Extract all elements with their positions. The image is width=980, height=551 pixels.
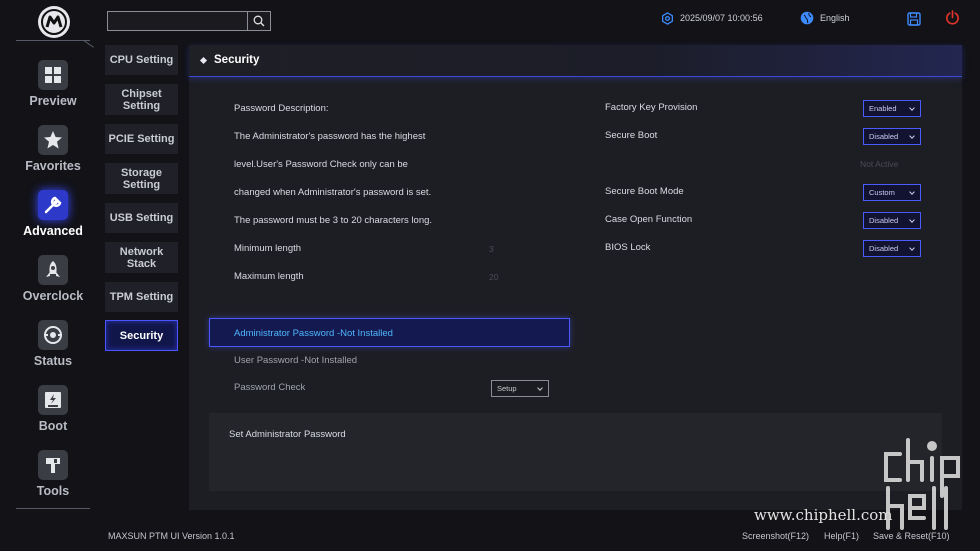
page-title: Security <box>214 54 260 66</box>
submenu-cpu-setting[interactable]: CPU Setting <box>105 45 178 75</box>
nav-tools[interactable]: Tools <box>16 450 90 514</box>
nav-advanced-label: Advanced <box>23 224 83 238</box>
rail-divider-bottom <box>16 508 90 509</box>
secure-boot-mode-dropdown[interactable]: Custom <box>863 184 921 201</box>
secure-boot-status: Not Active <box>860 159 899 169</box>
case-open-function-value: Disabled <box>869 216 899 225</box>
rail-divider-top <box>16 40 90 50</box>
administrator-password-label: Administrator Password -Not Installed <box>234 328 393 339</box>
chiphell-watermark-logo <box>884 438 960 530</box>
password-description-heading: Password Description: <box>234 103 329 114</box>
submenu-pcie-setting[interactable]: PCIE Setting <box>105 124 178 154</box>
language-selector[interactable]: English <box>800 10 850 26</box>
password-description-line: The password must be 3 to 20 characters … <box>234 215 433 226</box>
password-description-line: The Administrator's password has the hig… <box>234 131 426 142</box>
version-text: MAXSUN PTM UI Version 1.0.1 <box>108 531 235 541</box>
submenu-chipset-setting[interactable]: Chipset Setting <box>105 84 178 115</box>
secure-boot-mode-label: Secure Boot Mode <box>605 186 684 197</box>
minimum-length-value: 3 <box>489 244 494 254</box>
screenshot-button[interactable]: Screenshot(F12) <box>742 531 809 541</box>
globe-icon <box>800 11 814 25</box>
submenu-network-stack[interactable]: Network Stack <box>105 242 178 273</box>
help-description-text: Set Administrator Password <box>229 429 346 440</box>
factory-key-provision-label: Factory Key Provision <box>605 102 698 113</box>
power-icon <box>946 10 959 25</box>
submenu-security[interactable]: Security <box>105 320 178 351</box>
maximum-length-label: Maximum length <box>234 271 304 282</box>
nav-overclock-label: Overclock <box>22 289 84 303</box>
nav-preview[interactable]: Preview <box>16 60 90 124</box>
ssd-icon <box>38 385 68 415</box>
administrator-password-row[interactable]: Administrator Password -Not Installed <box>209 318 570 347</box>
case-open-function-dropdown[interactable]: Disabled <box>863 212 921 229</box>
search-input[interactable] <box>110 13 246 29</box>
bios-screen: Preview Favorites Advanced Overclock Sta <box>0 0 980 551</box>
bios-lock-value: Disabled <box>869 244 899 253</box>
factory-key-provision-dropdown[interactable]: Enabled <box>863 100 921 117</box>
bios-lock-dropdown[interactable]: Disabled <box>863 240 921 257</box>
tools-icon <box>38 450 68 480</box>
maximum-length-value: 20 <box>489 272 499 282</box>
rocket-icon <box>38 255 68 285</box>
nav-tools-label: Tools <box>36 484 70 498</box>
password-check-dropdown[interactable]: Setup <box>491 380 549 397</box>
user-password-row[interactable]: User Password -Not Installed <box>234 355 357 366</box>
search-button[interactable] <box>247 12 270 30</box>
minimum-length-label: Minimum length <box>234 243 302 254</box>
grid-icon <box>38 60 68 90</box>
bios-lock-label: BIOS Lock <box>605 242 651 253</box>
case-open-function-label: Case Open Function <box>605 214 693 225</box>
secure-boot-dropdown[interactable]: Disabled <box>863 128 921 145</box>
chevron-down-icon <box>909 133 915 139</box>
search-box <box>107 11 271 31</box>
chevron-down-icon <box>909 217 915 223</box>
maxsun-logo <box>38 6 70 38</box>
nav-boot[interactable]: Boot <box>16 385 90 449</box>
chevron-down-icon <box>537 385 543 391</box>
nav-overclock[interactable]: Overclock <box>16 255 90 319</box>
password-check-label: Password Check <box>234 382 306 393</box>
secure-boot-label: Secure Boot <box>605 130 658 141</box>
password-description-line: changed when Administrator's password is… <box>234 187 432 198</box>
diamond-icon <box>199 56 208 65</box>
submenu-usb-setting[interactable]: USB Setting <box>105 203 178 233</box>
password-check-value: Setup <box>497 384 517 393</box>
nav-favorites-label: Favorites <box>25 159 81 173</box>
secure-boot-mode-value: Custom <box>869 188 895 197</box>
language-label: English <box>820 13 850 23</box>
save-icon <box>907 12 921 26</box>
chevron-down-icon <box>909 245 915 251</box>
gauge-icon <box>38 320 68 350</box>
help-button[interactable]: Help(F1) <box>824 531 859 541</box>
nav-preview-label: Preview <box>29 94 77 108</box>
search-icon <box>253 15 265 27</box>
submenu-tpm-setting[interactable]: TPM Setting <box>105 282 178 312</box>
chevron-down-icon <box>909 105 915 111</box>
chevron-down-icon <box>909 189 915 195</box>
nav-boot-label: Boot <box>38 419 68 433</box>
watermark-url: www.chiphell.com <box>754 506 893 524</box>
datetime-display: 2025/09/07 10:00:56 <box>661 10 763 26</box>
save-button[interactable] <box>907 11 922 26</box>
submenu-storage-setting[interactable]: Storage Setting <box>105 163 178 194</box>
star-icon <box>38 125 68 155</box>
nav-advanced[interactable]: Advanced <box>16 190 90 254</box>
main-nav-rail: Preview Favorites Advanced Overclock Sta <box>16 0 90 520</box>
datetime-text: 2025/09/07 10:00:56 <box>680 13 763 23</box>
nav-favorites[interactable]: Favorites <box>16 125 90 189</box>
help-description-box: Set Administrator Password <box>209 413 942 491</box>
nav-status-label: Status <box>33 354 73 368</box>
panel-header: Security <box>189 45 962 77</box>
secure-boot-value: Disabled <box>869 132 899 141</box>
factory-key-provision-value: Enabled <box>869 104 897 113</box>
security-panel: Security Password Description: The Admin… <box>189 45 962 510</box>
password-description-line: level.User's Password Check only can be <box>234 159 408 170</box>
nav-status[interactable]: Status <box>16 320 90 384</box>
power-button[interactable] <box>945 10 961 26</box>
settings-hex-icon <box>662 11 673 25</box>
wrench-icon <box>38 190 68 220</box>
